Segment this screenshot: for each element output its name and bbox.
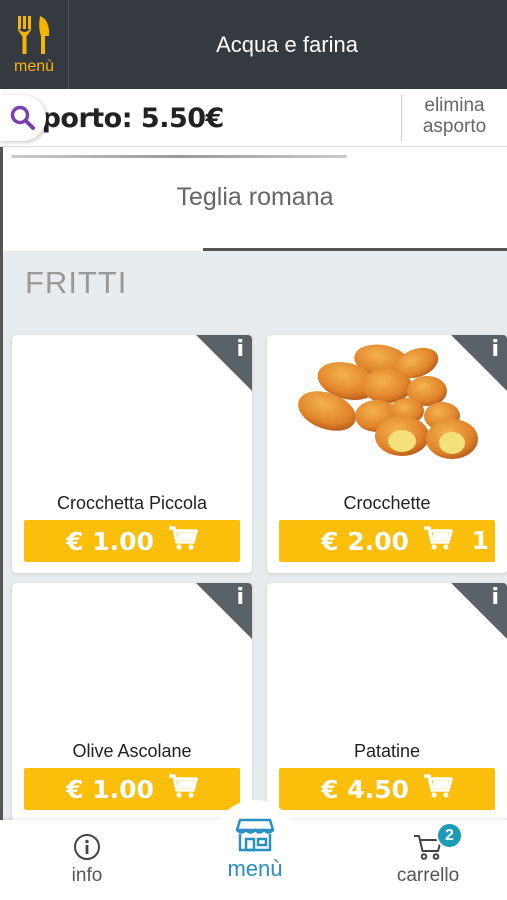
info-glyph: i [491, 585, 499, 610]
add-to-cart-button[interactable]: € 1.00 [24, 520, 240, 562]
info-glyph: i [491, 337, 499, 362]
info-corner-icon[interactable]: i [451, 583, 507, 639]
product-price: € 2.00 [321, 526, 409, 556]
product-card[interactable]: i Patatine € 4.50 [267, 583, 507, 820]
info-glyph: i [236, 337, 244, 362]
info-corner-icon[interactable]: i [196, 335, 252, 391]
nav-menu[interactable]: menù [185, 810, 325, 890]
section-title: FRITTI [25, 265, 128, 300]
cart-icon [423, 525, 453, 557]
product-card[interactable]: i Crocchette € 2.00 1 [267, 335, 507, 573]
nav-menu-label: menù [227, 856, 283, 881]
info-glyph: i [236, 585, 244, 610]
product-price: € 4.50 [321, 774, 409, 804]
menu-button-label: menù [13, 57, 55, 75]
product-name: Crocchetta Piccola [56, 493, 208, 513]
fork-knife-icon [18, 15, 50, 54]
page-title: Acqua e farina [216, 31, 358, 57]
add-to-cart-button[interactable]: € 1.00 [24, 768, 240, 810]
product-name: Olive Ascolane [72, 741, 192, 761]
product-name: Patatine [353, 741, 421, 761]
product-name: Crocchette [343, 493, 431, 513]
cart-count-badge: 2 [436, 822, 463, 849]
remove-takeaway-label-1: elimina [424, 95, 485, 116]
product-card[interactable]: i Crocchetta Piccola € 1.00 [12, 335, 252, 573]
menu-button[interactable]: menù [0, 0, 69, 89]
category-tabs: Teglia romana [0, 147, 507, 251]
bottom-nav: info menù carrello [0, 800, 507, 900]
info-corner-icon[interactable]: i [196, 583, 252, 639]
product-price: € 1.00 [66, 774, 154, 804]
takeaway-bar: sporto: 5.50€ elimina asporto [0, 89, 507, 147]
add-to-cart-button[interactable]: € 4.50 [279, 768, 495, 810]
add-to-cart-button[interactable]: € 2.00 1 [279, 520, 495, 562]
nav-info[interactable]: info [17, 820, 157, 900]
tab-teglia-romana[interactable]: Teglia romana [3, 183, 507, 212]
cart-quantity: 1 [471, 526, 489, 555]
remove-takeaway-button[interactable]: elimina asporto [401, 95, 507, 141]
cart-icon [168, 773, 198, 805]
search-icon [10, 105, 35, 130]
cart-icon [168, 525, 198, 557]
search-button[interactable] [0, 95, 46, 141]
nav-cart-label: carrello [396, 865, 460, 886]
info-circle-icon [74, 834, 100, 860]
cart-icon [423, 773, 453, 805]
product-card[interactable]: i Olive Ascolane € 1.00 [12, 583, 252, 820]
tab-divider-top [11, 155, 347, 158]
nav-cart[interactable]: carrello [358, 820, 498, 900]
product-list[interactable]: FRITTI i Crocchetta Piccola € 1.00 i Cro… [0, 251, 507, 820]
app-header: menù Acqua e farina [0, 0, 507, 89]
info-corner-icon[interactable]: i [451, 335, 507, 391]
nav-info-label: info [71, 865, 103, 886]
shop-icon [235, 818, 275, 852]
remove-takeaway-label-2: asporto [422, 116, 487, 137]
takeaway-cost-text: sporto: 5.50€ [26, 102, 224, 134]
product-price: € 1.00 [66, 526, 154, 556]
